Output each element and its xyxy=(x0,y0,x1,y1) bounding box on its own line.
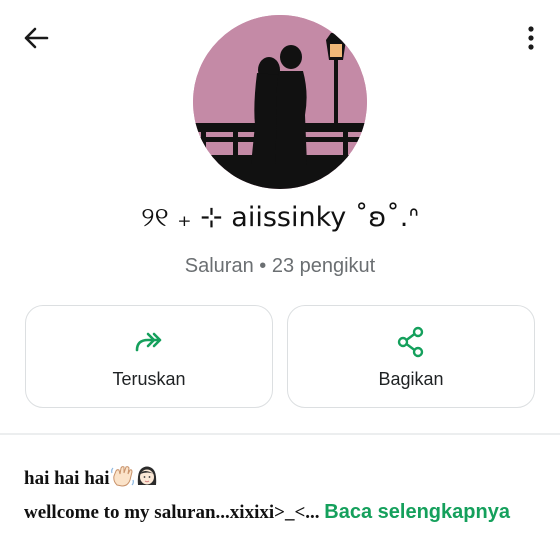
arrow-back-icon xyxy=(24,27,49,49)
forward-button[interactable]: Teruskan xyxy=(25,305,273,408)
channel-follower-count: Saluran • 23 pengikut xyxy=(184,255,376,277)
forward-label: Teruskan xyxy=(112,369,186,389)
description-greeting: hai hai hai xyxy=(24,468,110,489)
description-line-1: hai hai hai xyxy=(24,463,544,497)
channel-avatar[interactable] xyxy=(193,15,367,189)
share-icon xyxy=(397,326,424,358)
channel-name: ୨୧ ₊ ⊹ aiissinky ˚ʚ˚.ᐢ xyxy=(141,202,419,233)
channel-description: hai hai hai wellcome to my saluran...xix… xyxy=(24,463,544,528)
description-text: wellcome to my saluran...xixixi>_<... xyxy=(24,502,325,523)
couple-silhouette-avatar xyxy=(193,15,367,189)
read-more-link[interactable]: Baca selengkapnya xyxy=(324,501,510,523)
channel-info-page: ୨୧ ₊ ⊹ aiissinky ˚ʚ˚.ᐢ Saluran • 23 peng… xyxy=(0,0,560,560)
section-divider xyxy=(0,433,560,435)
more-options-button[interactable] xyxy=(516,18,546,58)
waving-hand-emoji xyxy=(110,465,135,497)
forward-icon xyxy=(135,332,162,352)
more-vertical-icon xyxy=(528,26,534,50)
back-button[interactable] xyxy=(16,20,56,56)
description-line-2: wellcome to my saluran...xixixi>_<... Ba… xyxy=(24,497,544,528)
share-button[interactable]: Bagikan xyxy=(287,305,535,408)
girl-emoji xyxy=(136,465,158,497)
share-label: Bagikan xyxy=(378,369,444,389)
